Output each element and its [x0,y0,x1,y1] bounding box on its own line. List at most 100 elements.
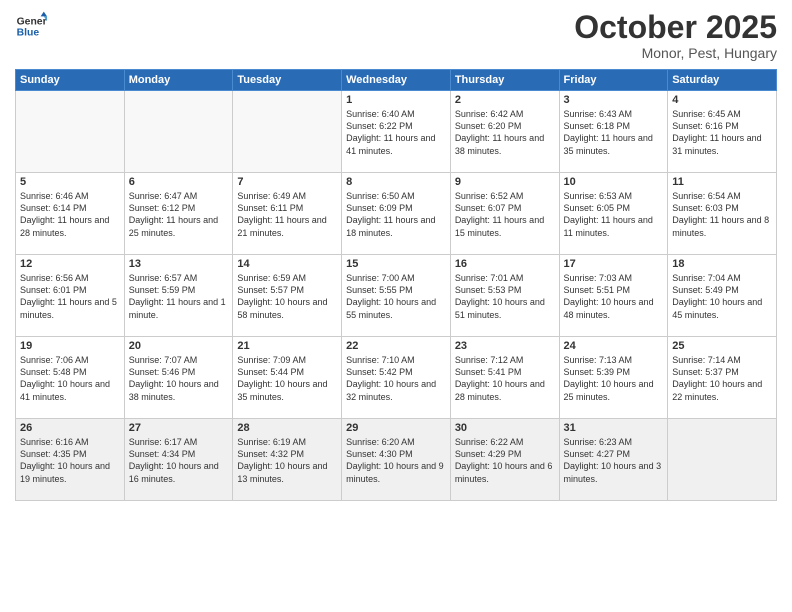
svg-text:General: General [17,16,47,27]
calendar-page: General Blue October 2025 Monor, Pest, H… [0,0,792,612]
day-info: Sunrise: 6:52 AM Sunset: 6:07 PM Dayligh… [455,190,555,239]
header-row: Sunday Monday Tuesday Wednesday Thursday… [16,70,777,91]
day-cell [16,91,125,173]
day-info: Sunrise: 7:13 AM Sunset: 5:39 PM Dayligh… [564,354,664,403]
day-info: Sunrise: 7:01 AM Sunset: 5:53 PM Dayligh… [455,272,555,321]
day-info: Sunrise: 6:43 AM Sunset: 6:18 PM Dayligh… [564,108,664,157]
day-info: Sunrise: 7:06 AM Sunset: 5:48 PM Dayligh… [20,354,120,403]
week-row-1: 5 Sunrise: 6:46 AM Sunset: 6:14 PM Daylig… [16,173,777,255]
day-cell: 22Sunrise: 7:10 AM Sunset: 5:42 PM Dayli… [342,337,451,419]
day-cell: 27 Sunrise: 6:17 AM Sunset: 4:34 PM Dayli… [124,419,233,501]
day-info: Sunrise: 6:22 AM Sunset: 4:29 PM Dayligh… [455,436,555,485]
day-cell: 3Sunrise: 6:43 AM Sunset: 6:18 PM Daylig… [559,91,668,173]
day-cell: 7 Sunrise: 6:49 AM Sunset: 6:11 PM Daylig… [233,173,342,255]
day-number: 23 [455,340,555,352]
header-tuesday: Tuesday [233,70,342,91]
week-row-3: 19 Sunrise: 7:06 AM Sunset: 5:48 PM Dayli… [16,337,777,419]
day-number: 26 [20,422,120,434]
day-cell: 24 Sunrise: 7:13 AM Sunset: 5:39 PM Dayli… [559,337,668,419]
day-cell [668,419,777,501]
day-cell: 18 Sunrise: 7:04 AM Sunset: 5:49 PM Dayli… [668,255,777,337]
day-info: Sunrise: 7:04 AM Sunset: 5:49 PM Dayligh… [672,272,772,321]
logo: General Blue [15,10,47,42]
week-row-4: 26 Sunrise: 6:16 AM Sunset: 4:35 PM Dayli… [16,419,777,501]
day-info: Sunrise: 7:03 AM Sunset: 5:51 PM Dayligh… [564,272,664,321]
svg-text:Blue: Blue [17,28,40,39]
day-info: Sunrise: 6:23 AM Sunset: 4:27 PM Dayligh… [564,436,664,485]
day-info: Sunrise: 6:45 AM Sunset: 6:16 PM Dayligh… [672,108,772,157]
day-cell [233,91,342,173]
logo-icon: General Blue [15,10,47,42]
day-number: 19 [20,340,120,352]
header-thursday: Thursday [450,70,559,91]
day-cell: 12 Sunrise: 6:56 AM Sunset: 6:01 PM Dayli… [16,255,125,337]
day-number: 17 [564,258,664,270]
day-number: 31 [564,422,664,434]
day-number: 29 [346,422,446,434]
header-monday: Monday [124,70,233,91]
day-cell: 25 Sunrise: 7:14 AM Sunset: 5:37 PM Dayli… [668,337,777,419]
day-cell: 17 Sunrise: 7:03 AM Sunset: 5:51 PM Dayli… [559,255,668,337]
title-block: October 2025 Monor, Pest, Hungary [574,10,777,61]
header-saturday: Saturday [668,70,777,91]
day-info: Sunrise: 7:00 AM Sunset: 5:55 PM Dayligh… [346,272,446,321]
day-cell: 16 Sunrise: 7:01 AM Sunset: 5:53 PM Dayli… [450,255,559,337]
day-info: Sunrise: 6:17 AM Sunset: 4:34 PM Dayligh… [129,436,229,485]
day-info: Sunrise: 7:14 AM Sunset: 5:37 PM Dayligh… [672,354,772,403]
day-info: Sunrise: 6:57 AM Sunset: 5:59 PM Dayligh… [129,272,229,321]
day-number: 15 [346,258,446,270]
day-info: Sunrise: 7:10 AM Sunset: 5:42 PM Dayligh… [346,354,446,403]
day-number: 16 [455,258,555,270]
day-cell: 14 Sunrise: 6:59 AM Sunset: 5:57 PM Dayli… [233,255,342,337]
day-info: Sunrise: 6:46 AM Sunset: 6:14 PM Dayligh… [20,190,120,239]
day-info: Sunrise: 6:49 AM Sunset: 6:11 PM Dayligh… [237,190,337,239]
day-number: 21 [237,340,337,352]
day-cell: 21 Sunrise: 7:09 AM Sunset: 5:44 PM Dayli… [233,337,342,419]
day-number: 11 [672,176,772,188]
week-row-2: 12 Sunrise: 6:56 AM Sunset: 6:01 PM Dayli… [16,255,777,337]
day-number: 20 [129,340,229,352]
day-cell: 8 Sunrise: 6:50 AM Sunset: 6:09 PM Daylig… [342,173,451,255]
calendar-subtitle: Monor, Pest, Hungary [574,45,777,61]
day-info: Sunrise: 6:40 AM Sunset: 6:22 PM Dayligh… [346,108,446,157]
day-info: Sunrise: 6:53 AM Sunset: 6:05 PM Dayligh… [564,190,664,239]
day-number: 28 [237,422,337,434]
day-cell: 26 Sunrise: 6:16 AM Sunset: 4:35 PM Dayli… [16,419,125,501]
day-info: Sunrise: 6:56 AM Sunset: 6:01 PM Dayligh… [20,272,120,321]
day-number: 9 [455,176,555,188]
day-cell: 11 Sunrise: 6:54 AM Sunset: 6:03 PM Dayli… [668,173,777,255]
day-number: 18 [672,258,772,270]
day-info: Sunrise: 7:09 AM Sunset: 5:44 PM Dayligh… [237,354,337,403]
day-number: 24 [564,340,664,352]
day-number: 14 [237,258,337,270]
day-number: 5 [20,176,120,188]
day-number: 25 [672,340,772,352]
day-number: 27 [129,422,229,434]
day-cell: 31 Sunrise: 6:23 AM Sunset: 4:27 PM Dayli… [559,419,668,501]
day-number: 30 [455,422,555,434]
day-number: 1 [346,94,446,106]
day-number: 13 [129,258,229,270]
header-friday: Friday [559,70,668,91]
day-number: 4 [672,94,772,106]
day-cell [124,91,233,173]
day-number: 7 [237,176,337,188]
day-cell: 13 Sunrise: 6:57 AM Sunset: 5:59 PM Dayli… [124,255,233,337]
day-cell: 1 Sunrise: 6:40 AM Sunset: 6:22 PM Daylig… [342,91,451,173]
day-cell: 9 Sunrise: 6:52 AM Sunset: 6:07 PM Daylig… [450,173,559,255]
day-number: 8 [346,176,446,188]
week-row-0: 1 Sunrise: 6:40 AM Sunset: 6:22 PM Daylig… [16,91,777,173]
day-cell: 4 Sunrise: 6:45 AM Sunset: 6:16 PM Daylig… [668,91,777,173]
day-info: Sunrise: 6:42 AM Sunset: 6:20 PM Dayligh… [455,108,555,157]
day-info: Sunrise: 6:50 AM Sunset: 6:09 PM Dayligh… [346,190,446,239]
day-info: Sunrise: 7:07 AM Sunset: 5:46 PM Dayligh… [129,354,229,403]
day-cell: 23Sunrise: 7:12 AM Sunset: 5:41 PM Dayli… [450,337,559,419]
day-cell: 2Sunrise: 6:42 AM Sunset: 6:20 PM Daylig… [450,91,559,173]
day-info: Sunrise: 6:54 AM Sunset: 6:03 PM Dayligh… [672,190,772,239]
day-info: Sunrise: 6:59 AM Sunset: 5:57 PM Dayligh… [237,272,337,321]
header: General Blue October 2025 Monor, Pest, H… [15,10,777,61]
day-number: 10 [564,176,664,188]
day-info: Sunrise: 6:20 AM Sunset: 4:30 PM Dayligh… [346,436,446,485]
day-number: 12 [20,258,120,270]
day-info: Sunrise: 6:16 AM Sunset: 4:35 PM Dayligh… [20,436,120,485]
